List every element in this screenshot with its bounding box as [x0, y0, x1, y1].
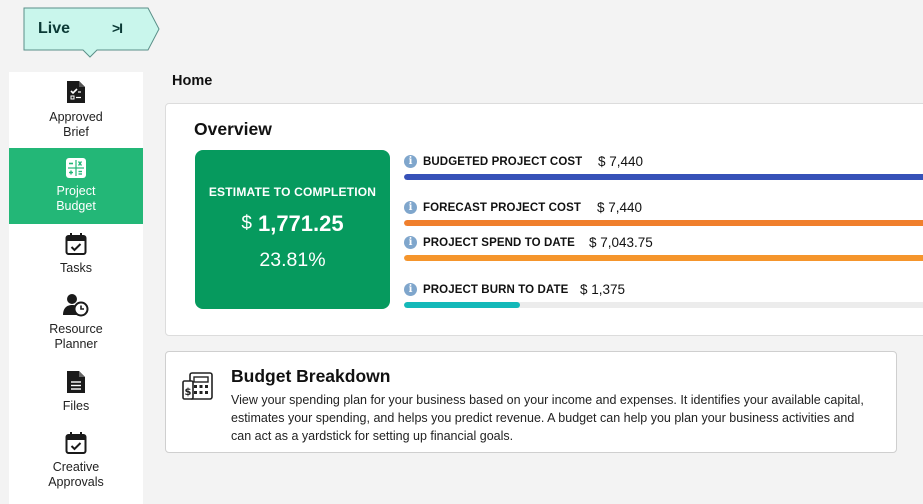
- metric-progress-track: [404, 255, 923, 261]
- estimate-title: ESTIMATE TO COMPLETION: [208, 185, 377, 199]
- sidebar-item-label: Files: [62, 399, 90, 413]
- metric-label: PROJECT SPEND TO DATE: [423, 237, 575, 249]
- budget-calculator-icon: $: [182, 372, 213, 400]
- info-icon[interactable]: i: [404, 283, 417, 296]
- info-icon[interactable]: i: [404, 236, 417, 249]
- metric-progress-track: [404, 174, 923, 180]
- sidebar-item-label: Project: [56, 184, 96, 198]
- estimate-amount-value: 1,771.25: [257, 211, 344, 236]
- metric-progress-fill: [404, 220, 923, 226]
- document-check-icon: [67, 81, 85, 103]
- sidebar-item-label: Resource: [49, 322, 103, 336]
- sidebar-item-label: Brief: [63, 125, 89, 139]
- budget-breakdown-title: Budget Breakdown: [231, 366, 391, 386]
- metric-progress-track: [404, 220, 923, 226]
- metric-label: FORECAST PROJECT COST: [423, 202, 582, 214]
- sidebar-item-label: Approvals: [48, 475, 104, 489]
- info-icon[interactable]: i: [404, 155, 417, 168]
- metric-progress-track: [404, 302, 923, 308]
- calendar-check-icon: [65, 233, 87, 255]
- live-label: Live: [38, 20, 71, 37]
- sidebar-item-label: Planner: [54, 337, 98, 351]
- sidebar-item-creative-approvals[interactable]: Creative Approvals: [9, 431, 143, 493]
- budget-breakdown-description: View your spending plan for your busines…: [231, 393, 864, 443]
- calculator-icon: [66, 158, 86, 178]
- sidebar-item-resource-planner[interactable]: Resource Planner: [9, 293, 143, 355]
- sidebar-item-label: Budget: [56, 199, 96, 213]
- svg-text:$: $: [185, 387, 192, 398]
- sidebar-item-tasks[interactable]: Tasks: [9, 232, 143, 282]
- metric-progress-fill: [404, 174, 923, 180]
- file-icon: [67, 371, 85, 393]
- sidebar-item-label: Approved: [49, 110, 103, 124]
- metric-value: $ 7,440: [597, 200, 643, 215]
- metric-value: $ 1,375: [580, 282, 626, 297]
- overview-card: Overview ESTIMATE TO COMPLETION $1,771.2…: [165, 103, 923, 336]
- metric-label: BUDGETED PROJECT COST: [423, 156, 583, 168]
- page-title: Home: [172, 73, 213, 89]
- metric-value: $ 7,043.75: [589, 235, 653, 250]
- user-clock-icon: [63, 294, 89, 317]
- sidebar-item-label: Creative: [52, 460, 100, 474]
- live-status-badge[interactable]: Live >I: [23, 7, 160, 58]
- metric-progress-fill: [404, 302, 521, 308]
- sidebar-item-label: Tasks: [60, 261, 92, 275]
- info-icon[interactable]: i: [404, 201, 417, 214]
- metric-value: $ 7,440: [598, 154, 644, 169]
- overview-title: Overview: [194, 119, 272, 139]
- currency-symbol: $: [241, 213, 252, 234]
- estimate-amount: $1,771.25: [195, 211, 390, 237]
- sidebar: Approved Brief Project Budget Tasks Reso…: [9, 72, 143, 504]
- sidebar-item-files[interactable]: Files: [9, 370, 143, 416]
- collapse-sidebar-icon[interactable]: >I: [112, 20, 123, 36]
- metric-progress-fill: [404, 255, 923, 261]
- sidebar-item-project-budget[interactable]: Project Budget: [9, 148, 143, 224]
- budget-breakdown-card[interactable]: $ Budget Breakdown View your spending pl…: [165, 351, 897, 453]
- metric-label: PROJECT BURN TO DATE: [423, 284, 569, 296]
- estimate-percent: 23.81%: [259, 249, 326, 271]
- calendar-check-icon: [65, 432, 87, 454]
- estimate-to-completion-card: ESTIMATE TO COMPLETION $1,771.25 23.81%: [195, 150, 390, 309]
- sidebar-item-approved-brief[interactable]: Approved Brief: [9, 80, 143, 150]
